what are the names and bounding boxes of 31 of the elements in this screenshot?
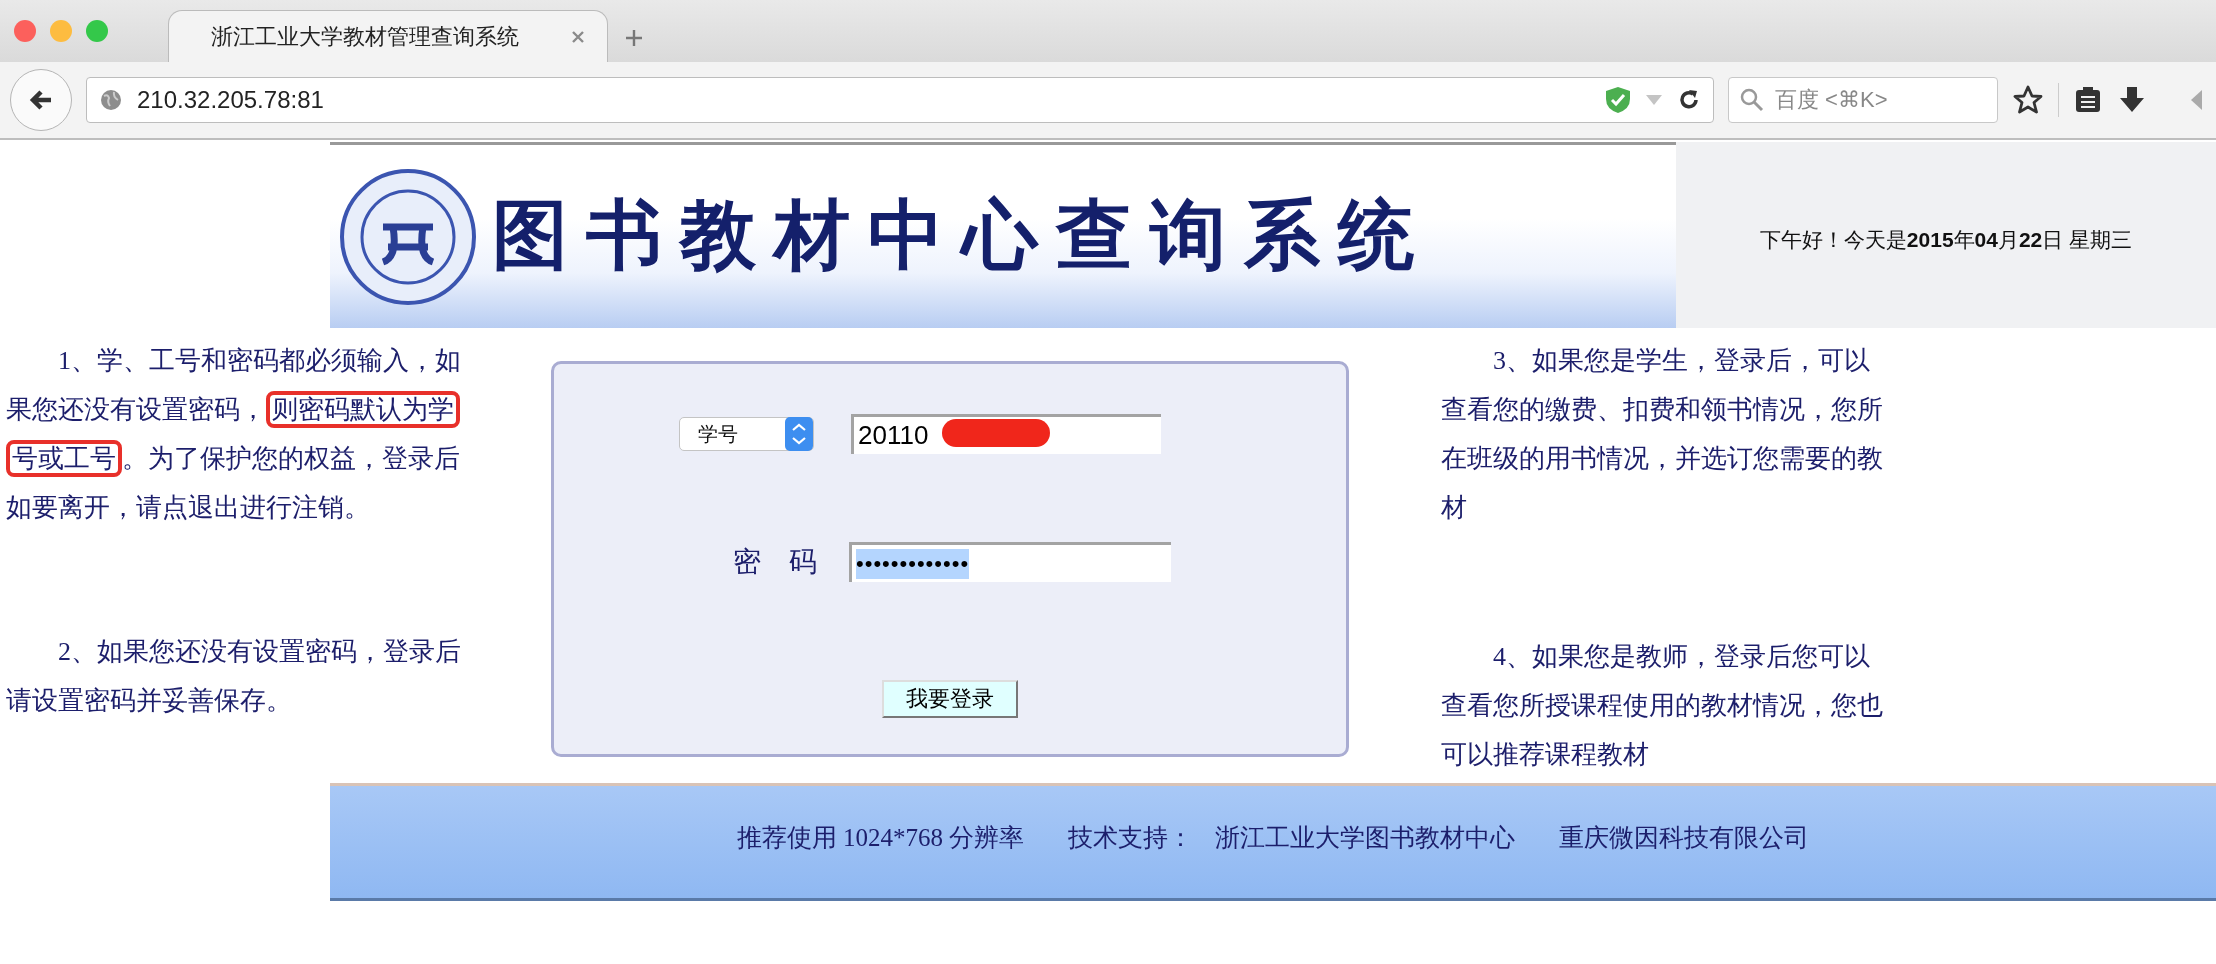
shield-icon[interactable] <box>1605 86 1631 114</box>
username-field[interactable]: 20110 <box>851 414 1161 454</box>
footer-text: 重庆微因科技有限公司 <box>1559 822 1810 853</box>
stepper-icon <box>785 417 813 451</box>
close-window-icon[interactable] <box>14 20 36 42</box>
search-icon <box>1739 87 1765 113</box>
password-label: 密 码 <box>732 545 817 579</box>
reading-list-icon[interactable] <box>2073 85 2103 115</box>
footer-text: 浙江工业大学图书教材中心 <box>1215 822 1516 853</box>
address-bar[interactable]: 210.32.205.78:81 <box>86 77 1714 123</box>
globe-icon <box>99 88 123 112</box>
notice-paragraph: 4、如果您是教师，登录后您可以查看您所授课程使用的教材情况，您也可以推荐课程教材 <box>1441 641 1884 771</box>
login-button[interactable]: 我要登录 <box>882 680 1018 718</box>
footer-text: 技术支持： <box>1068 822 1194 853</box>
system-title: 图书教材中心查询系统 <box>492 192 1432 279</box>
star-icon[interactable] <box>2012 84 2044 116</box>
footer-text: 推荐使用 1024*768 分辨率 <box>736 822 1025 853</box>
password-field[interactable]: ••••••••••••• <box>849 542 1171 582</box>
url-text: 210.32.205.78:81 <box>137 86 324 114</box>
dropdown-arrow-icon[interactable] <box>1645 94 1663 106</box>
zoom-window-icon[interactable] <box>86 20 108 42</box>
close-icon[interactable] <box>571 29 585 44</box>
notice-paragraph: 3、如果您是学生，登录后，可以查看您的缴费、扣费和领书情况，您所在班级的用书情况，并选订您需要的教材 <box>1441 345 1884 524</box>
university-seal-icon <box>338 166 478 307</box>
id-type-select[interactable]: 学号 <box>679 417 814 451</box>
notice-paragraph: 1、学、工号和密码都必须输入，如果您还没有设置密码， 则密码默认为学号或工号 。为了保护您的权益，登录后如要离开，请点退出进行注销。 <box>6 345 462 524</box>
plus-icon[interactable] <box>624 28 644 48</box>
search-field[interactable]: 百度 <⌘K> <box>1728 77 1998 123</box>
date-greeting: 下午好！今天是2015年04月22日 星期三 <box>1759 227 2133 253</box>
browser-tab[interactable]: 浙江工业大学教材管理查询系统 <box>168 10 608 62</box>
notice-paragraph: 2、如果您还没有设置密码，登录后请设置密码并妥善保存。 <box>6 636 462 717</box>
